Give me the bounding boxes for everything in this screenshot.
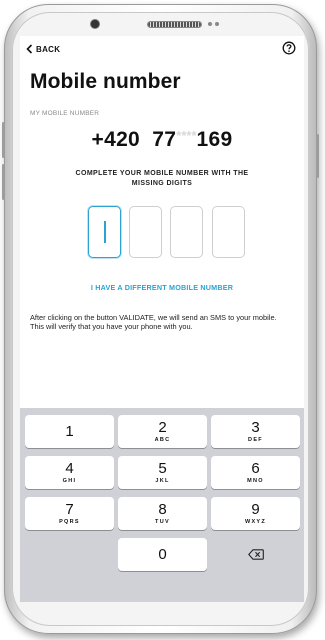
key-3-digit: 3 — [251, 419, 260, 436]
key-5[interactable]: 5 JKL — [118, 456, 207, 489]
key-1-digit: 1 — [65, 423, 74, 440]
numeric-keypad: 1 2 ABC 3 DEF 4 GHI 5 JKL 6 MNO 7 PQRS 8 — [20, 408, 304, 602]
key-3[interactable]: 3 DEF — [211, 415, 300, 448]
app-screen: BACK Mobile number MY MOBILE NUMBER +420… — [20, 36, 304, 602]
phone-suffix: 169 — [196, 128, 233, 151]
instruction-text: COMPLETE YOUR MOBILE NUMBER WITH THE MIS… — [75, 170, 249, 187]
key-8-letters: TUV — [155, 519, 170, 525]
light-sensor — [215, 22, 219, 26]
key-9-digit: 9 — [251, 501, 260, 518]
key-9[interactable]: 9 WXYZ — [211, 497, 300, 530]
info-text: After clicking on the button VALIDATE, w… — [30, 313, 298, 332]
digit-input-3[interactable] — [170, 206, 203, 258]
digit-input-2[interactable] — [129, 206, 162, 258]
key-4-digit: 4 — [65, 460, 74, 477]
key-6-digit: 6 — [251, 460, 260, 477]
key-9-letters: WXYZ — [244, 519, 267, 525]
top-bar: BACK — [20, 36, 304, 66]
power-button — [316, 134, 319, 178]
key-4[interactable]: 4 GHI — [25, 456, 114, 489]
info-line-2: This will verify that you have your phon… — [30, 322, 193, 332]
different-number-link[interactable]: I HAVE A DIFFERENT MOBILE NUMBER — [20, 283, 304, 292]
page-title: Mobile number — [30, 70, 181, 93]
key-7[interactable]: 7 PQRS — [25, 497, 114, 530]
key-2[interactable]: 2 ABC — [118, 415, 207, 448]
back-button[interactable]: BACK — [26, 44, 60, 54]
key-2-letters: ABC — [154, 437, 171, 443]
masked-phone-number: +420 77****169 — [20, 128, 304, 152]
key-2-digit: 2 — [158, 419, 167, 436]
key-3-letters: DEF — [248, 437, 263, 443]
earpiece-speaker — [148, 22, 201, 27]
key-8-digit: 8 — [158, 501, 167, 518]
help-circle-icon[interactable] — [282, 41, 296, 55]
key-5-letters: JKL — [155, 478, 170, 484]
back-label: BACK — [36, 44, 61, 54]
mobile-number-label: MY MOBILE NUMBER — [30, 110, 100, 117]
key-0[interactable]: 0 — [118, 538, 207, 571]
digit-input-1[interactable] — [88, 206, 121, 258]
key-5-digit: 5 — [158, 460, 167, 477]
proximity-sensor — [208, 22, 212, 26]
key-8[interactable]: 8 TUV — [118, 497, 207, 530]
key-7-letters: PQRS — [59, 519, 80, 525]
text-caret — [104, 221, 106, 243]
front-camera — [91, 20, 99, 28]
volume-button — [2, 164, 5, 200]
info-line-1: After clicking on the button VALIDATE, w… — [30, 313, 277, 322]
phone-prefix: +420 77 — [91, 128, 177, 151]
key-6-letters: MNO — [247, 478, 264, 484]
volume-button — [2, 122, 5, 158]
chevron-left-icon — [26, 44, 33, 54]
backspace-icon — [247, 549, 264, 560]
key-4-letters: GHI — [62, 478, 77, 484]
backspace-key[interactable] — [211, 538, 300, 571]
key-7-digit: 7 — [65, 501, 74, 518]
phone-mask: **** — [176, 128, 197, 143]
key-0-digit: 0 — [158, 546, 167, 563]
key-1[interactable]: 1 — [25, 415, 114, 448]
digit-input-4[interactable] — [212, 206, 245, 258]
key-6[interactable]: 6 MNO — [211, 456, 300, 489]
